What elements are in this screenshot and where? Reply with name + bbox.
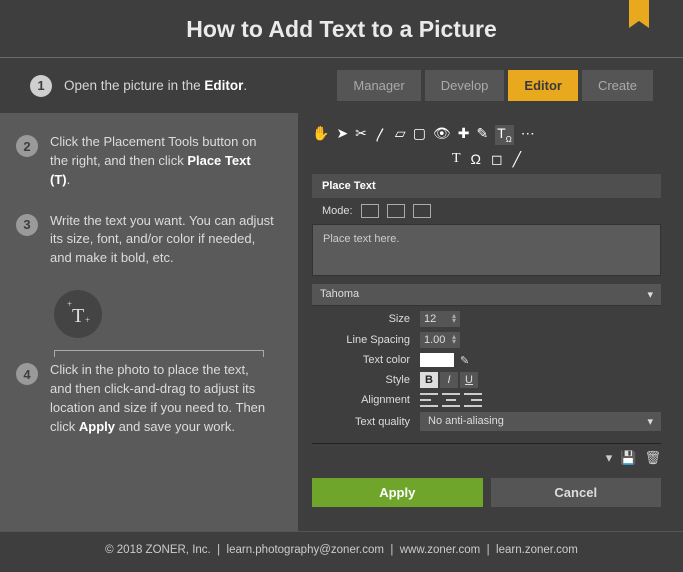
module-tabs: Manager Develop Editor Create (337, 70, 653, 101)
textcolor-label: Text color (312, 354, 420, 366)
hand-icon[interactable]: ✋ (312, 125, 329, 145)
quality-select[interactable]: No anti-aliasing▾ (420, 412, 661, 431)
linespacing-label: Line Spacing (312, 334, 420, 346)
step-3-text: Write the text you want. You can adjust … (50, 212, 274, 269)
save-icon[interactable]: 💾 (620, 450, 636, 466)
svg-text:T: T (72, 305, 84, 327)
italic-button[interactable]: I (440, 372, 458, 388)
step-number-4: 4 (16, 363, 38, 385)
step-1-text: Open the picture in the Editor. (64, 78, 247, 93)
shape-icon[interactable]: ◻ (491, 151, 503, 168)
editor-panel: ✋ ➤ ✂ 〳 ▱ ▢ 👁 ✚ ✎ TΩ ⋯ T Ω ◻ ╱ Place Tex… (298, 113, 683, 531)
trash-icon[interactable]: 🗑 (644, 450, 661, 466)
step-number-2: 2 (16, 135, 38, 157)
linespacing-input[interactable]: 1.00▴▾ (420, 332, 460, 348)
heal-icon[interactable]: ✚ (458, 125, 470, 145)
step-1-row: 1 Open the picture in the Editor. Manage… (0, 58, 683, 113)
align-right-icon[interactable] (464, 393, 482, 407)
line-icon[interactable]: ╱ (513, 151, 521, 168)
tab-develop[interactable]: Develop (425, 70, 505, 101)
more-icon[interactable]: ⋯ (521, 125, 535, 145)
steps-sidebar: 2 Click the Placement Tools button on th… (0, 113, 298, 531)
tab-create[interactable]: Create (582, 70, 653, 101)
apply-button[interactable]: Apply (312, 478, 483, 507)
style-label: Style (312, 374, 420, 386)
chevron-down-icon: ▾ (647, 288, 653, 301)
footer: © 2018 ZONER, Inc. | learn.photography@z… (0, 531, 683, 568)
size-input[interactable]: 12▴▾ (420, 311, 460, 327)
bold-button[interactable]: B (420, 372, 438, 388)
size-label: Size (312, 313, 420, 325)
text-input[interactable]: Place text here. (312, 224, 661, 276)
align-left-icon[interactable] (420, 393, 438, 407)
chevron-down-icon[interactable]: ▾ (606, 450, 613, 466)
preset-row: ▾ 💾 🗑 (312, 450, 661, 472)
eye-icon[interactable]: 👁 (433, 125, 451, 145)
perspective-icon[interactable]: ▱ (395, 125, 406, 145)
svg-text:+: + (85, 315, 90, 325)
divider (312, 443, 661, 444)
text-icon[interactable]: T (452, 151, 461, 168)
panel-header: Place Text (312, 174, 661, 198)
place-text-icon: + T + (54, 290, 102, 338)
eyedropper-icon[interactable]: ✎ (460, 354, 469, 367)
pointer-icon[interactable]: ➤ (336, 125, 348, 145)
path-icon[interactable]: 〳 (374, 125, 388, 145)
bracket-icon (54, 350, 264, 357)
toolbar-main: ✋ ➤ ✂ 〳 ▱ ▢ 👁 ✚ ✎ TΩ ⋯ (312, 125, 661, 145)
mode-row: Mode: (312, 198, 661, 224)
step-number-3: 3 (16, 214, 38, 236)
mode-3-icon[interactable] (413, 204, 431, 218)
mode-label: Mode: (322, 205, 353, 217)
color-swatch[interactable] (420, 353, 454, 367)
tab-editor[interactable]: Editor (508, 70, 578, 101)
page-title: How to Add Text to a Picture (0, 0, 683, 57)
step-2-text: Click the Placement Tools button on the … (50, 133, 274, 190)
underline-button[interactable]: U (460, 372, 478, 388)
tab-manager[interactable]: Manager (337, 70, 420, 101)
frame-icon[interactable]: ▢ (413, 125, 426, 145)
text-tool-icon[interactable]: TΩ (495, 125, 514, 145)
chevron-down-icon: ▾ (647, 415, 653, 428)
brush-icon[interactable]: ✎ (476, 125, 488, 145)
omega-icon[interactable]: Ω (471, 151, 481, 168)
toolbar-text: T Ω ◻ ╱ (412, 151, 562, 168)
step-4-text: Click in the photo to place the text, an… (50, 361, 274, 436)
font-select[interactable]: Tahoma▾ (312, 284, 661, 306)
align-center-icon[interactable] (442, 393, 460, 407)
quality-label: Text quality (312, 416, 420, 428)
crop-icon[interactable]: ✂ (355, 125, 367, 145)
alignment-label: Alignment (312, 394, 420, 406)
mode-2-icon[interactable] (387, 204, 405, 218)
cancel-button[interactable]: Cancel (491, 478, 662, 507)
mode-1-icon[interactable] (361, 204, 379, 218)
step-number-1: 1 (30, 75, 52, 97)
